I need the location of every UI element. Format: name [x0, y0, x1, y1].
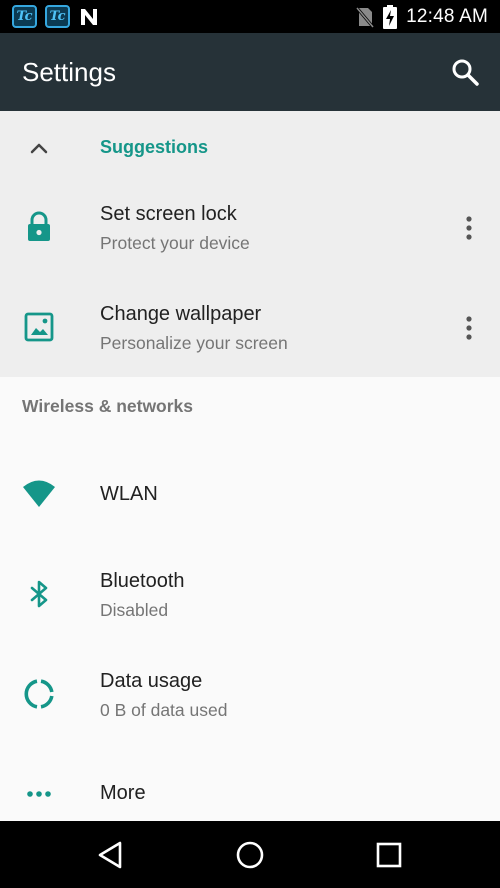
settings-item-title: More [100, 782, 146, 804]
status-bar: Tc Tc 12:48 AM [0, 0, 500, 33]
lock-icon [28, 211, 50, 241]
status-bar-system: 12:48 AM [356, 5, 488, 29]
settings-item-title: Data usage [100, 670, 203, 692]
status-bar-notifications: Tc Tc [12, 5, 100, 28]
suggestion-subtitle: Protect your device [100, 233, 250, 253]
clock: 12:48 AM [406, 6, 488, 27]
suggestion-title: Set screen lock [100, 203, 237, 225]
no-sim-icon [356, 7, 375, 28]
bluetooth-icon [30, 580, 48, 608]
settings-item-subtitle: 0 B of data used [100, 700, 228, 720]
wifi-icon [23, 480, 55, 507]
settings-item-bluetooth[interactable]: Bluetooth Disabled [0, 548, 500, 646]
tc-app-icon: Tc [12, 5, 37, 28]
tc-app-icon: Tc [45, 5, 70, 28]
chevron-up-icon[interactable] [22, 131, 56, 165]
settings-item-subtitle: Disabled [100, 600, 169, 620]
settings-item-data-usage[interactable]: Data usage 0 B of data used [0, 648, 500, 746]
suggestion-subtitle: Personalize your screen [100, 333, 288, 353]
home-icon[interactable] [232, 837, 268, 873]
navigation-bar [0, 821, 500, 888]
section-header: Wireless & networks [22, 396, 194, 416]
settings-item-title: WLAN [100, 483, 158, 505]
suggestion-title: Change wallpaper [100, 303, 262, 325]
battery-charging-icon [383, 5, 398, 29]
settings-item-more[interactable]: More [0, 752, 500, 821]
page-title: Settings [22, 57, 116, 87]
suggestions-header[interactable]: Suggestions [0, 111, 500, 183]
search-icon[interactable] [450, 57, 480, 87]
suggestions-title: Suggestions [100, 137, 209, 157]
suggestion-item-wallpaper[interactable]: Change wallpaper Personalize your screen [0, 283, 500, 377]
overflow-menu-icon[interactable] [458, 311, 480, 345]
overflow-menu-icon[interactable] [458, 211, 480, 245]
settings-item-wlan[interactable]: WLAN [0, 448, 500, 540]
app-bar: Settings [0, 33, 500, 111]
suggestion-item-screen-lock[interactable]: Set screen lock Protect your device [0, 183, 500, 279]
settings-item-title: Bluetooth [100, 570, 185, 592]
recents-icon[interactable] [371, 837, 407, 873]
n-notification-icon [81, 8, 97, 25]
wallpaper-icon [24, 312, 54, 342]
data-usage-icon [24, 679, 54, 709]
back-icon[interactable] [93, 837, 129, 873]
more-horizontal-icon [27, 791, 51, 797]
